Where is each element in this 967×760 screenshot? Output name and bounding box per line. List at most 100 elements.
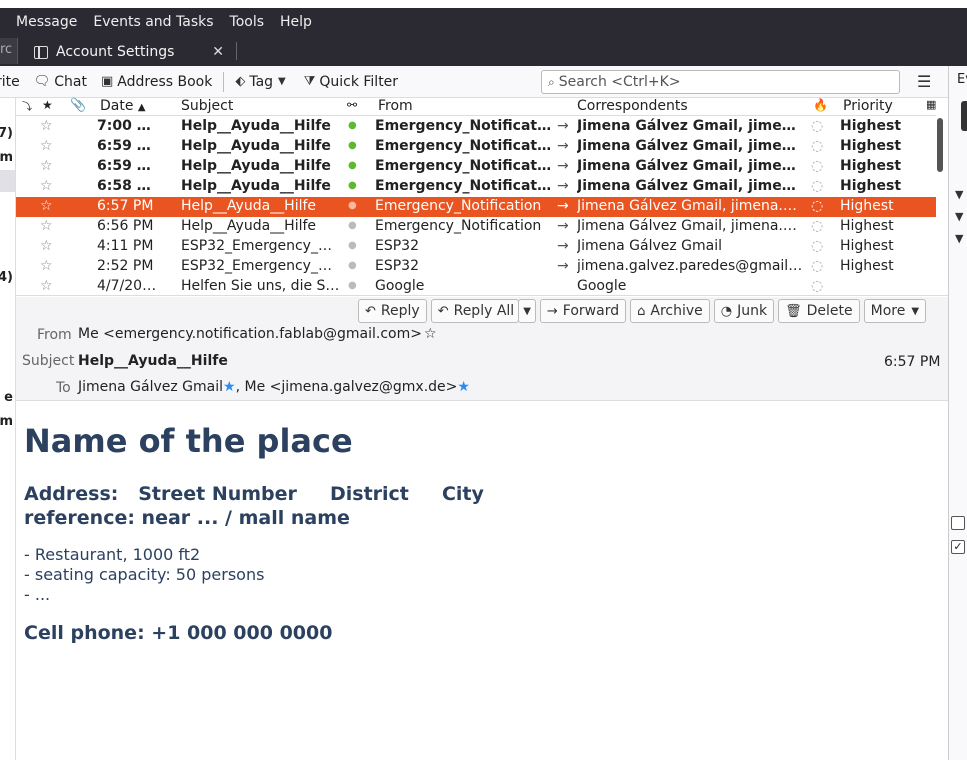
menu-message[interactable]: Message	[0, 14, 85, 30]
quick-filter-button[interactable]: ⧩ Quick Filter	[297, 74, 405, 90]
contact-star-icon[interactable]: ★	[223, 379, 236, 395]
to-value[interactable]: Jimena Gálvez Gmail★, Me <jimena.galvez@…	[78, 379, 470, 395]
subject-label: Subject	[22, 353, 75, 369]
tab-account-settings[interactable]: Account Settings ✕	[22, 38, 234, 66]
forward-button[interactable]: → Forward	[539, 299, 627, 323]
folder-name-fragment[interactable]: m	[0, 414, 13, 429]
task-checkbox-checked[interactable]: ✓	[951, 540, 965, 554]
unread-dot-icon[interactable]: ●	[348, 140, 358, 151]
write-button[interactable]: rite	[0, 74, 27, 90]
sort-ascending-icon: ▲	[137, 102, 146, 113]
junk-button[interactable]: ◔ Junk	[713, 299, 775, 323]
chevron-down-icon[interactable]: ▼	[955, 210, 963, 223]
folder-selected-row[interactable]	[0, 170, 15, 192]
message-row[interactable]: ☆ 4:11 PM ESP32_Emergency_Notification ●…	[16, 237, 936, 257]
message-date: 4/7/2021	[97, 278, 159, 294]
star-icon[interactable]: ☆	[40, 138, 53, 154]
junk-flame-icon[interactable]: ◌	[811, 238, 825, 254]
correspondents-column-header[interactable]: Correspondents	[577, 98, 688, 114]
reply-all-button[interactable]: ↶ Reply All	[430, 299, 520, 323]
delete-button[interactable]: 🗑 Delete	[778, 299, 860, 323]
star-column-icon[interactable]: ★	[42, 98, 53, 112]
folder-name-fragment[interactable]: m	[0, 150, 13, 165]
column-picker-icon[interactable]: ▦	[926, 98, 936, 111]
close-tab-icon[interactable]: ✕	[212, 44, 224, 60]
from-column-header[interactable]: From	[378, 98, 413, 114]
star-icon[interactable]: ☆	[40, 258, 53, 274]
read-status-column-icon[interactable]: ⚯	[347, 98, 357, 112]
message-subject: Help__Ayuda__Hilfe	[181, 158, 331, 174]
reply-all-dropdown[interactable]: ▼	[518, 299, 536, 323]
message-row[interactable]: ☆ 6:59 PM Help__Ayuda__Hilfe ● Emergency…	[16, 157, 936, 177]
junk-flame-icon[interactable]: ◌	[811, 158, 825, 174]
junk-column-icon[interactable]: 🔥	[813, 98, 828, 112]
contact-star-icon[interactable]: ★	[457, 379, 470, 395]
junk-flame-icon[interactable]: ◌	[811, 138, 825, 154]
menu-events-and-tasks[interactable]: Events and Tasks	[85, 14, 221, 30]
star-icon[interactable]: ☆	[40, 238, 53, 254]
read-dot-icon[interactable]: ●	[348, 260, 358, 271]
star-icon[interactable]: ☆	[40, 158, 53, 174]
junk-flame-icon[interactable]: ◌	[811, 178, 825, 194]
date-column-header[interactable]: Date ▲	[100, 98, 146, 114]
message-row[interactable]: ☆ 6:56 PM Help__Ayuda__Hilfe ● Emergency…	[16, 217, 936, 237]
app-menu-icon[interactable]: ☰	[917, 72, 931, 91]
read-dot-icon[interactable]: ●	[348, 240, 358, 251]
junk-flame-icon[interactable]: ◌	[811, 258, 825, 274]
message-subject: ESP32_Emergency_Notification	[181, 258, 341, 274]
junk-flame-icon[interactable]: ◌	[811, 218, 825, 234]
search-input[interactable]: ⌕ Search <Ctrl+K>	[541, 70, 900, 94]
message-list-scrollbar[interactable]	[937, 118, 943, 172]
priority-column-header[interactable]: Priority	[843, 98, 893, 114]
star-icon[interactable]: ☆	[40, 218, 53, 234]
message-date: 6:58 PM	[97, 178, 159, 194]
message-row[interactable]: ☆ 6:59 PM Help__Ayuda__Hilfe ● Emergency…	[16, 137, 936, 157]
star-icon[interactable]: ☆	[40, 278, 53, 294]
read-dot-icon[interactable]: ●	[348, 220, 358, 231]
menu-tools[interactable]: Tools	[222, 14, 273, 30]
thread-column-icon[interactable]: ⤵	[22, 98, 32, 113]
tab-search[interactable]: arc	[0, 38, 18, 64]
read-dot-icon[interactable]: ●	[348, 200, 358, 211]
junk-flame-icon[interactable]: ◌	[811, 278, 825, 294]
address-book-button[interactable]: ▣ Address Book	[94, 74, 219, 90]
message-row-selected[interactable]: ☆ 6:57 PM Help__Ayuda__Hilfe ● Emergency…	[16, 197, 936, 217]
folder-count[interactable]: 4)	[0, 270, 13, 285]
from-value[interactable]: Me <emergency.notification.fablab@gmail.…	[78, 326, 437, 342]
arrow-right-icon: →	[557, 198, 569, 214]
reply-button[interactable]: ↶ Reply	[358, 299, 427, 323]
chevron-down-icon[interactable]: ▼	[955, 232, 963, 245]
star-icon[interactable]: ☆	[40, 198, 53, 214]
unread-dot-icon[interactable]: ●	[348, 180, 358, 191]
message-subject: ESP32_Emergency_Notification	[181, 238, 341, 254]
message-action-buttons: ↶ Reply ↶ Reply All ▼ → Forward ⌂ Archive ◔ J…	[358, 299, 927, 323]
chat-button[interactable]: 🗨 Chat	[27, 74, 94, 90]
unread-dot-icon[interactable]: ●	[348, 160, 358, 171]
message-row[interactable]: ☆ 6:58 PM Help__Ayuda__Hilfe ● Emergency…	[16, 177, 936, 197]
attachment-column-icon[interactable]: 📎	[70, 98, 86, 113]
subject-column-header[interactable]: Subject	[181, 98, 233, 114]
menu-help[interactable]: Help	[272, 14, 320, 30]
message-priority: Highest	[840, 178, 902, 194]
junk-flame-icon[interactable]: ◌	[811, 118, 825, 134]
message-from: Emergency_Notification	[375, 218, 542, 234]
add-contact-star-icon[interactable]: ☆	[424, 326, 437, 342]
folder-name-fragment[interactable]: e	[4, 390, 13, 405]
chevron-down-icon[interactable]: ▼	[955, 188, 963, 201]
star-icon[interactable]: ☆	[40, 118, 53, 134]
tag-button[interactable]: ⬖ Tag ▼	[228, 74, 296, 90]
task-checkbox[interactable]	[951, 516, 965, 530]
message-header: ↶ Reply ↶ Reply All ▼ → Forward ⌂ Archive ◔ J…	[16, 297, 948, 401]
message-row[interactable]: ☆ 4/7/2021 Helfen Sie uns, die Sicherhei…	[16, 277, 936, 297]
message-row[interactable]: ☆ 2:52 PM ESP32_Emergency_Notification ●…	[16, 257, 936, 277]
more-button[interactable]: More ▼	[863, 299, 927, 323]
archive-button[interactable]: ⌂ Archive	[630, 299, 710, 323]
unread-dot-icon[interactable]: ●	[348, 120, 358, 131]
read-dot-icon[interactable]: ●	[348, 280, 358, 291]
message-row[interactable]: ☆ 7:00 PM Help__Ayuda__Hilfe ● Emergency…	[16, 117, 936, 137]
message-priority: Highest	[840, 138, 902, 154]
settings-tab-icon	[34, 45, 48, 59]
star-icon[interactable]: ☆	[40, 178, 53, 194]
folder-count[interactable]: 7)	[0, 126, 13, 141]
junk-flame-icon[interactable]: ◌	[811, 198, 825, 214]
